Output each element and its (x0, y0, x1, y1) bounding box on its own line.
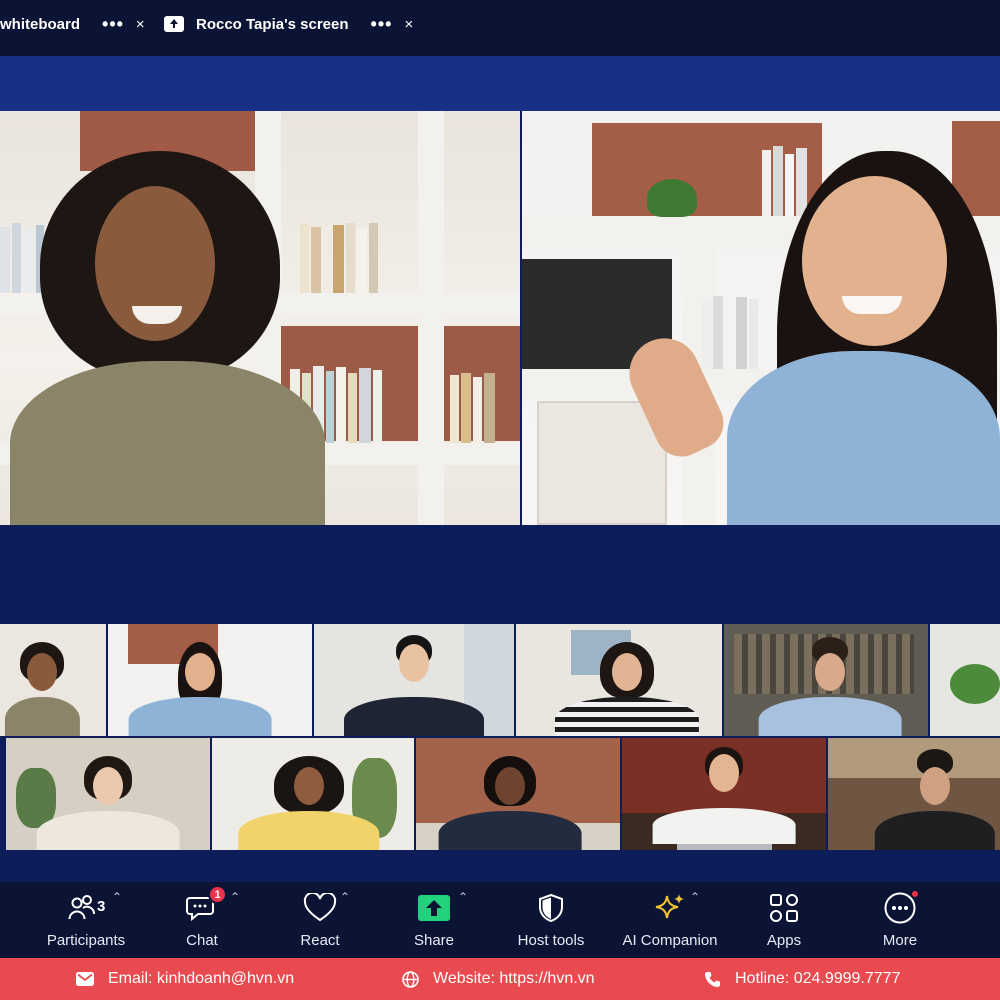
participant-thumbnail[interactable] (930, 624, 1000, 736)
chevron-up-icon[interactable]: ⌃ (340, 890, 350, 904)
mail-icon (76, 972, 94, 986)
ai-companion-button[interactable]: ⌃ AI Companion (614, 882, 726, 958)
share-button[interactable]: ⌃ Share (404, 882, 468, 958)
participant-thumbnail[interactable] (0, 624, 106, 736)
chevron-up-icon[interactable]: ⌃ (458, 890, 468, 904)
chevron-up-icon[interactable]: ⌃ (230, 890, 240, 904)
hotline-contact[interactable]: Hotline: 024.9999.7777 (704, 958, 900, 1000)
tab-shared-screen[interactable]: Rocco Tapia's screen ••• × (164, 0, 413, 48)
globe-icon (402, 970, 419, 988)
participant-thumbnail[interactable] (516, 624, 722, 736)
hotline-text: Hotline: 024.9999.7777 (735, 970, 901, 987)
participants-label: Participants (46, 932, 126, 949)
notification-dot (910, 889, 920, 899)
more-options-icon[interactable]: ••• (371, 15, 393, 33)
website-contact[interactable]: Website: https://hvn.vn (402, 958, 595, 1000)
host-tools-button[interactable]: Host tools (506, 882, 596, 958)
chevron-up-icon[interactable]: ⌃ (690, 890, 700, 904)
participant-video-woman-curly-hair (0, 111, 520, 525)
participant-thumbnail[interactable] (108, 624, 312, 736)
more-button[interactable]: More (870, 882, 930, 958)
tab-label: whiteboard (0, 15, 81, 33)
more-options-icon[interactable]: ••• (102, 15, 124, 33)
participant-thumbnail[interactable] (622, 738, 826, 850)
close-icon[interactable]: × (404, 16, 413, 33)
participant-thumbnail[interactable] (314, 624, 514, 736)
website-text: Website: https://hvn.vn (433, 970, 595, 987)
participants-icon: 3 (66, 891, 106, 925)
host-tools-label: Host tools (517, 932, 585, 949)
tab-label: Rocco Tapia's screen (196, 15, 349, 33)
email-text: Email: kinhdoanh@hvn.vn (108, 970, 295, 987)
apps-button[interactable]: Apps (754, 882, 814, 958)
participant-thumbnail[interactable] (416, 738, 620, 850)
chevron-up-icon[interactable]: ⌃ (112, 890, 122, 904)
shield-icon (531, 891, 571, 925)
participant-thumbnail[interactable] (724, 624, 928, 736)
close-icon[interactable]: × (136, 16, 145, 33)
video-tile-speaker-1[interactable] (0, 111, 520, 525)
participant-thumbnail[interactable] (6, 738, 210, 850)
chat-icon: 1 (182, 885, 227, 925)
react-label: React (300, 932, 340, 949)
participant-thumbnail[interactable] (212, 738, 414, 850)
phone-icon (705, 971, 720, 987)
tab-bar: whiteboard ••• × Rocco Tapia's screen ••… (0, 0, 1000, 56)
sparkle-icon (650, 891, 690, 925)
apps-label: Apps (766, 932, 802, 949)
ai-companion-label: AI Companion (622, 932, 718, 949)
chat-label: Chat (186, 932, 218, 949)
participant-thumbnail[interactable] (828, 738, 1000, 850)
chat-unread-badge: 1 (208, 885, 227, 904)
video-tile-speaker-2[interactable] (522, 111, 1000, 525)
participant-video-woman-denim-shirt (522, 111, 1000, 525)
participant-count: 3 (97, 898, 106, 915)
tab-whiteboard[interactable]: whiteboard ••• × (0, 0, 145, 48)
meeting-toolbar: 3 ⌃ Participants 1 ⌃ Chat ⌃ React ⌃ Shar… (0, 882, 1000, 958)
participants-button[interactable]: 3 ⌃ Participants (38, 882, 134, 958)
heart-icon (300, 891, 340, 925)
more-label: More (882, 932, 918, 949)
contact-banner: Email: kinhdoanh@hvn.vn Website: https:/… (0, 958, 1000, 1000)
email-contact[interactable]: Email: kinhdoanh@hvn.vn (76, 958, 294, 1000)
share-arrow-icon (414, 891, 454, 925)
stage-header-band (0, 56, 1000, 111)
share-label: Share (413, 932, 455, 949)
share-screen-icon (164, 16, 184, 32)
more-icon (880, 889, 920, 925)
chat-button[interactable]: 1 ⌃ Chat (172, 882, 240, 958)
react-button[interactable]: ⌃ React (290, 882, 350, 958)
apps-icon (764, 891, 804, 925)
